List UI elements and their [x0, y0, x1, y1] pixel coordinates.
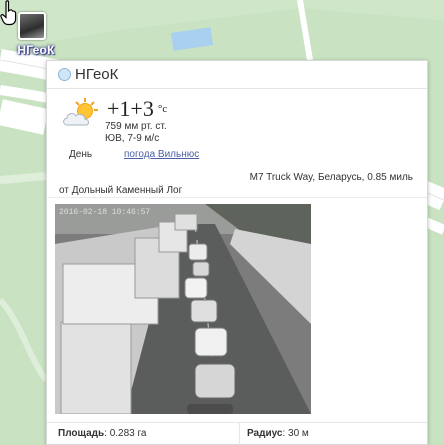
partly-cloudy-icon — [63, 98, 98, 126]
weather-panel: +1+3 °c 759 мм рт. ст. ЮВ, 7-9 м/с День … — [47, 89, 427, 196]
hand-cursor-icon — [0, 0, 17, 26]
from-location: от Дольный Каменный Лог — [59, 185, 183, 196]
camera-image[interactable]: 2016-02-18 10:46:57 — [55, 204, 311, 414]
info-popup: НГеоК +1+3 °c 759 мм рт. ст. ЮВ, 7-9 м/с… — [46, 60, 428, 445]
area-label: Площадь — [58, 428, 105, 439]
marker-thumbnail[interactable] — [18, 12, 46, 40]
temperature-unit: °c — [158, 103, 168, 115]
marker-label[interactable]: НГеоК — [8, 43, 64, 57]
map-marker[interactable]: НГеоК — [12, 12, 54, 62]
pressure: 759 мм рт. ст. — [105, 121, 167, 132]
traffic-camera-snapshot — [55, 204, 311, 414]
popup-header: НГеоК — [47, 61, 427, 89]
temperature: +1+3 — [107, 96, 154, 121]
camera-timestamp: 2016-02-18 10:46:57 — [59, 208, 151, 217]
area-value: : 0.283 га — [104, 428, 147, 439]
radius-value: : 30 м — [282, 428, 309, 439]
info-row: Площадь: 0.283 га Радиус: 30 м — [47, 422, 427, 445]
period-label: День — [69, 149, 93, 160]
popup-title: НГеоК — [75, 66, 119, 83]
status-circle-icon — [58, 68, 71, 81]
radius-cell: Радиус: 30 м — [241, 423, 427, 445]
area-cell: Площадь: 0.283 га — [47, 423, 240, 445]
radius-label: Радиус — [247, 428, 283, 439]
location-text: M7 Truck Way, Беларусь, 0.85 миль — [249, 172, 413, 183]
divider — [47, 197, 427, 198]
weather-link[interactable]: погода Вильнюс — [124, 149, 199, 160]
wind: ЮВ, 7-9 м/с — [105, 133, 160, 144]
